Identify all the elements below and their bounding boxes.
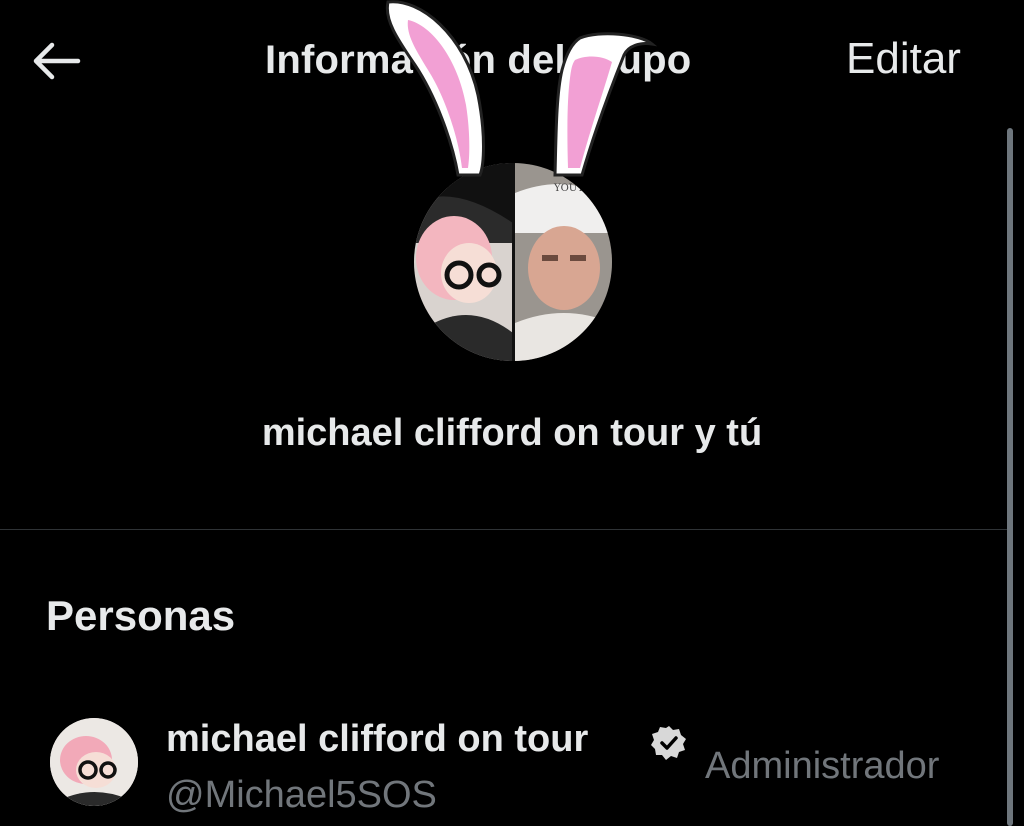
avatar[interactable] — [50, 718, 138, 806]
group-avatar-image: YOUTH — [414, 163, 612, 361]
group-name: michael clifford on tour y tú — [261, 412, 763, 454]
avatar-image — [50, 718, 138, 806]
verified-badge-icon — [651, 726, 686, 760]
group-avatar[interactable]: YOUTH — [414, 163, 612, 361]
member-role-badge: Administrador — [705, 745, 940, 787]
scrollbar[interactable] — [1007, 128, 1013, 826]
section-divider — [0, 529, 1008, 530]
section-title-people: Personas — [46, 592, 236, 639]
bunny-ears-sticker — [385, 0, 658, 177]
member-row[interactable]: michael clifford on tour @Michael5SOS Ad… — [0, 700, 1000, 826]
member-handle: @Michael5SOS — [166, 774, 437, 816]
edit-button[interactable]: Editar — [846, 34, 961, 84]
arrow-left-icon — [33, 42, 81, 80]
back-button[interactable] — [28, 38, 84, 84]
member-name: michael clifford on tour — [166, 718, 589, 760]
